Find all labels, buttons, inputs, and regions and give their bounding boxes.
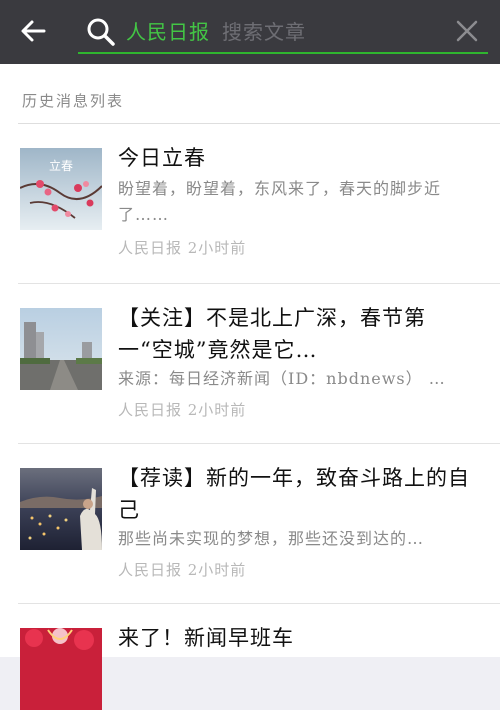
list-item[interactable]: 立春 今日立春 盼望着，盼望着，东风来了，春天的脚步近了…… 人民日报 2小时前 bbox=[0, 124, 500, 284]
article-title: 【关注】不是北上广深，春节第一“空城”竟然是它… bbox=[118, 306, 426, 362]
search-placeholder: 搜索文章 bbox=[222, 20, 306, 44]
article-title: 【荐读】新的一年，致奋斗路上的自己 bbox=[118, 466, 470, 522]
list-item[interactable]: 【关注】不是北上广深，春节第一“空城”竟然是它… 来源：每日经济新闻（ID：nb… bbox=[0, 284, 500, 444]
article-description: 那些尚未实现的梦想，那些还没到达的… bbox=[118, 529, 425, 548]
article-description: 来源：每日经济新闻（ID：nbdnews） … bbox=[118, 369, 446, 388]
close-icon[interactable] bbox=[454, 18, 480, 44]
article-thumbnail bbox=[20, 468, 102, 550]
article-thumbnail bbox=[20, 308, 102, 390]
search-input[interactable]: 人民日报 搜索文章 bbox=[78, 8, 488, 54]
search-query[interactable]: 人民日报 bbox=[126, 16, 210, 45]
thumbnail-caption: 立春 bbox=[49, 158, 73, 173]
article-thumbnail: 立春 bbox=[20, 148, 102, 230]
top-bar: 人民日报 搜索文章 bbox=[0, 0, 500, 64]
section-header: 历史消息列表 bbox=[22, 92, 125, 110]
article-description: 盼望着，盼望着，东风来了，春天的脚步近了…… bbox=[118, 179, 442, 224]
back-arrow-icon[interactable] bbox=[18, 15, 50, 47]
article-meta: 人民日报 2小时前 bbox=[118, 401, 247, 419]
article-meta: 人民日报 2小时前 bbox=[118, 239, 247, 257]
article-list: 历史消息列表 立春 今日立春 盼望着，盼望着，东风来了，春天的脚步近了…… 人民… bbox=[0, 64, 500, 710]
article-meta: 人民日报 2小时前 bbox=[118, 561, 247, 579]
article-title: 来了！新闻早班车 bbox=[118, 626, 294, 650]
list-item[interactable]: 【荐读】新的一年，致奋斗路上的自己 那些尚未实现的梦想，那些还没到达的… 人民日… bbox=[0, 444, 500, 604]
article-title: 今日立春 bbox=[118, 146, 206, 170]
search-icon bbox=[86, 17, 116, 47]
article-thumbnail bbox=[20, 628, 102, 710]
list-item[interactable]: 来了！新闻早班车 bbox=[0, 604, 500, 710]
